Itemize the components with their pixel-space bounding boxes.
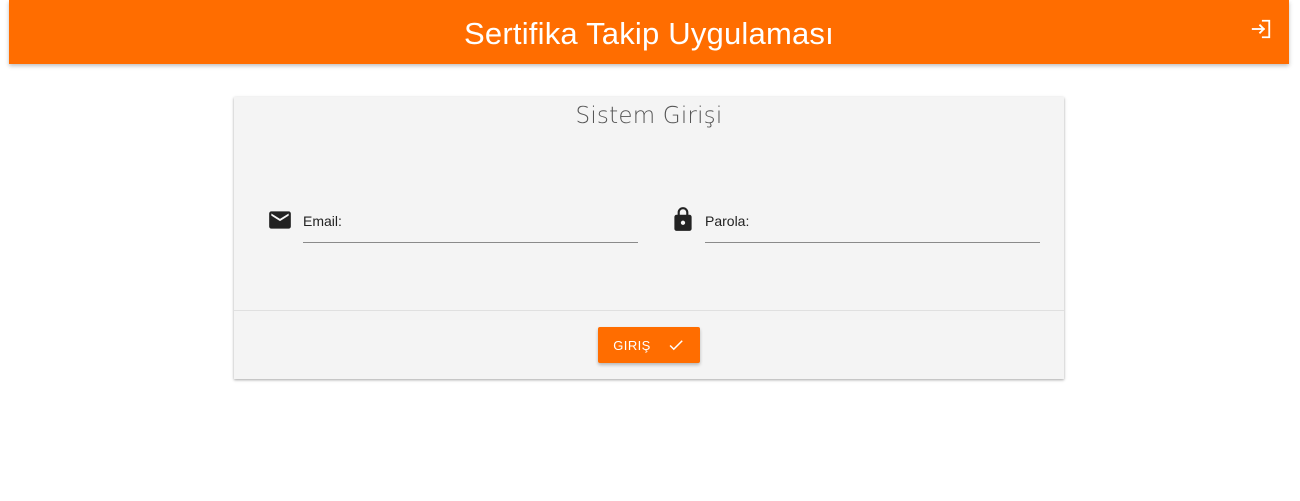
mail-icon [267,207,293,233]
email-label: Email: [303,213,342,229]
login-card: Sistem Girişi Email: Parola: GIRIŞ [234,97,1064,379]
login-icon[interactable] [1250,18,1272,40]
login-button[interactable]: GIRIŞ [598,327,700,363]
email-field[interactable] [352,210,640,236]
card-title: Sistem Girişi [575,103,723,129]
password-field[interactable] [758,210,1042,236]
app-title: Sertifika Takip Uygulaması [464,16,834,51]
login-button-label: GIRIŞ [613,337,651,353]
lock-icon [670,205,696,231]
password-underline [705,242,1040,243]
email-underline [303,242,638,243]
check-icon [667,336,685,354]
app-header: Sertifika Takip Uygulaması [9,0,1289,64]
password-label: Parola: [705,213,750,229]
card-divider [234,310,1064,311]
